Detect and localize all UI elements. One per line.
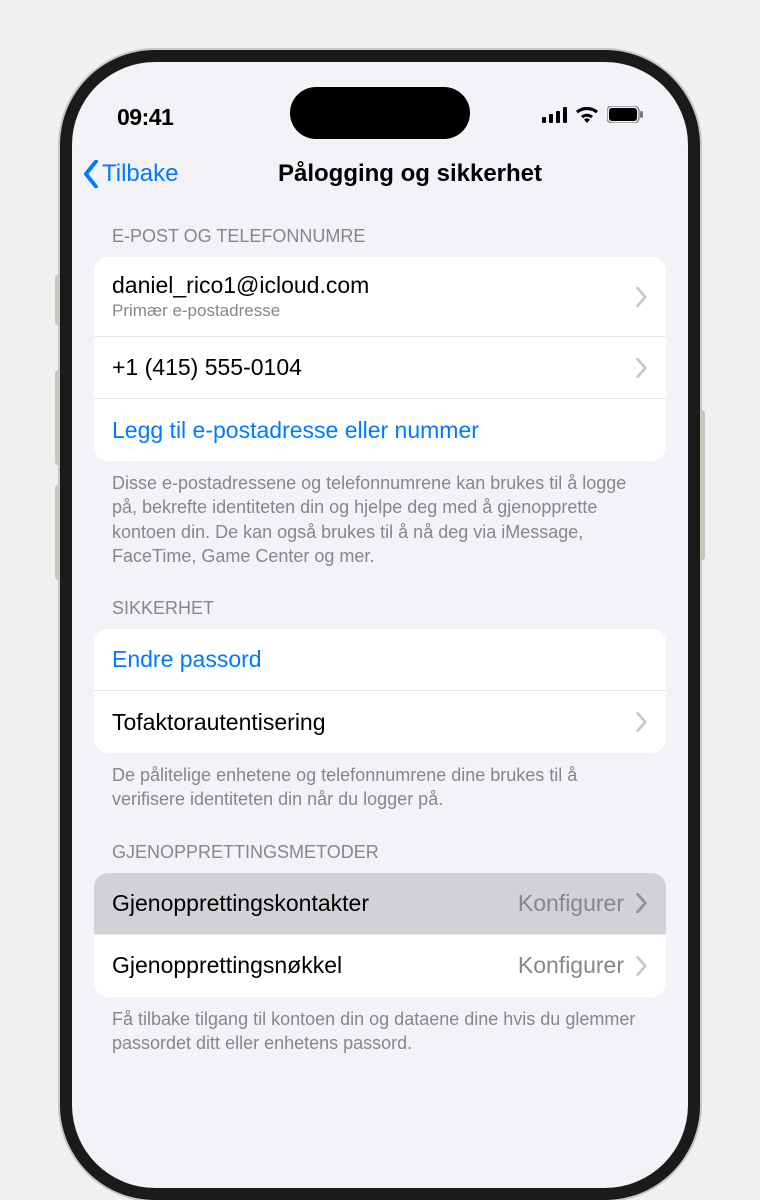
- back-button[interactable]: Tilbake: [82, 160, 178, 188]
- cellular-signal-icon: [542, 107, 567, 128]
- phone-number-row[interactable]: +1 (415) 555-0104: [94, 337, 666, 399]
- recovery-key-row[interactable]: Gjenopprettingsnøkkel Konfigurer: [94, 935, 666, 997]
- primary-email-value: daniel_rico1@icloud.com: [112, 272, 369, 299]
- volume-up-button: [55, 370, 60, 465]
- phone-frame: 09:41 Tilbake Pålogging og sikkerhet: [60, 50, 700, 1200]
- silence-switch: [55, 275, 60, 325]
- chevron-right-icon: [636, 893, 648, 913]
- status-time: 09:41: [117, 104, 173, 131]
- two-factor-row[interactable]: Tofaktorautentisering: [94, 691, 666, 753]
- recovery-contacts-row[interactable]: Gjenopprettingskontakter Konfigurer: [94, 873, 666, 935]
- email-phone-list: daniel_rico1@icloud.com Primær e-postadr…: [94, 257, 666, 461]
- chevron-right-icon: [636, 287, 648, 307]
- change-password-row[interactable]: Endre passord: [94, 629, 666, 691]
- wifi-icon: [575, 106, 599, 128]
- back-label: Tilbake: [102, 160, 178, 188]
- chevron-right-icon: [636, 956, 648, 976]
- phone-number-value: +1 (415) 555-0104: [112, 354, 302, 381]
- security-list: Endre passord Tofaktorautentisering: [94, 629, 666, 753]
- recovery-key-label: Gjenopprettingsnøkkel: [112, 952, 342, 979]
- recovery-list: Gjenopprettingskontakter Konfigurer Gjen…: [94, 873, 666, 997]
- section-header-email-phone: E-POST OG TELEFONNUMRE: [94, 206, 666, 257]
- security-footer: De pålitelige enhetene og telefonnumrene…: [94, 753, 666, 812]
- recovery-key-detail: Konfigurer: [518, 952, 624, 979]
- recovery-contacts-detail: Konfigurer: [518, 890, 624, 917]
- status-icons: [542, 106, 643, 128]
- change-password-label: Endre passord: [112, 646, 262, 673]
- content-area: E-POST OG TELEFONNUMRE daniel_rico1@iclo…: [72, 206, 688, 1055]
- navigation-bar: Tilbake Pålogging og sikkerhet: [72, 142, 688, 206]
- primary-email-row[interactable]: daniel_rico1@icloud.com Primær e-postadr…: [94, 257, 666, 337]
- section-header-security: SIKKERHET: [94, 568, 666, 629]
- chevron-right-icon: [636, 358, 648, 378]
- section-header-recovery: GJENOPPRETTINGSMETODER: [94, 812, 666, 873]
- primary-email-subtitle: Primær e-postadresse: [112, 301, 369, 321]
- email-phone-footer: Disse e-postadressene og telefonnumrene …: [94, 461, 666, 568]
- battery-icon: [607, 106, 643, 128]
- chevron-left-icon: [82, 160, 100, 188]
- volume-down-button: [55, 485, 60, 580]
- two-factor-label: Tofaktorautentisering: [112, 709, 326, 736]
- dynamic-island: [290, 87, 470, 139]
- add-email-phone-label: Legg til e-postadresse eller nummer: [112, 417, 479, 444]
- screen: 09:41 Tilbake Pålogging og sikkerhet: [72, 62, 688, 1188]
- recovery-footer: Få tilbake tilgang til kontoen din og da…: [94, 997, 666, 1056]
- power-button: [700, 410, 705, 560]
- chevron-right-icon: [636, 712, 648, 732]
- add-email-phone-row[interactable]: Legg til e-postadresse eller nummer: [94, 399, 666, 461]
- recovery-contacts-label: Gjenopprettingskontakter: [112, 890, 369, 917]
